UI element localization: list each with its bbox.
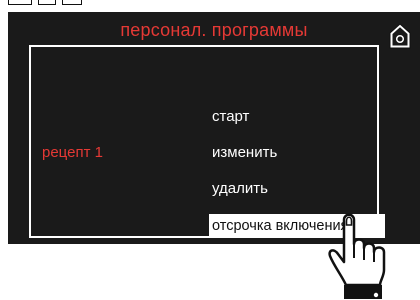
screen-title: персонал. программы bbox=[120, 20, 308, 40]
menu-item-start[interactable]: старт bbox=[212, 108, 249, 125]
home-icon bbox=[389, 23, 411, 49]
menu-item-edit[interactable]: изменить bbox=[212, 144, 277, 161]
menu-item-delete[interactable]: удалить bbox=[212, 180, 268, 197]
device-edge-fragment bbox=[0, 0, 100, 6]
recipe-label: рецепт 1 bbox=[42, 144, 103, 161]
control-panel-illustration: персонал. программы рецепт 1 старт измен… bbox=[0, 0, 420, 300]
home-button[interactable] bbox=[387, 21, 413, 51]
pointing-hand-icon bbox=[328, 213, 386, 299]
